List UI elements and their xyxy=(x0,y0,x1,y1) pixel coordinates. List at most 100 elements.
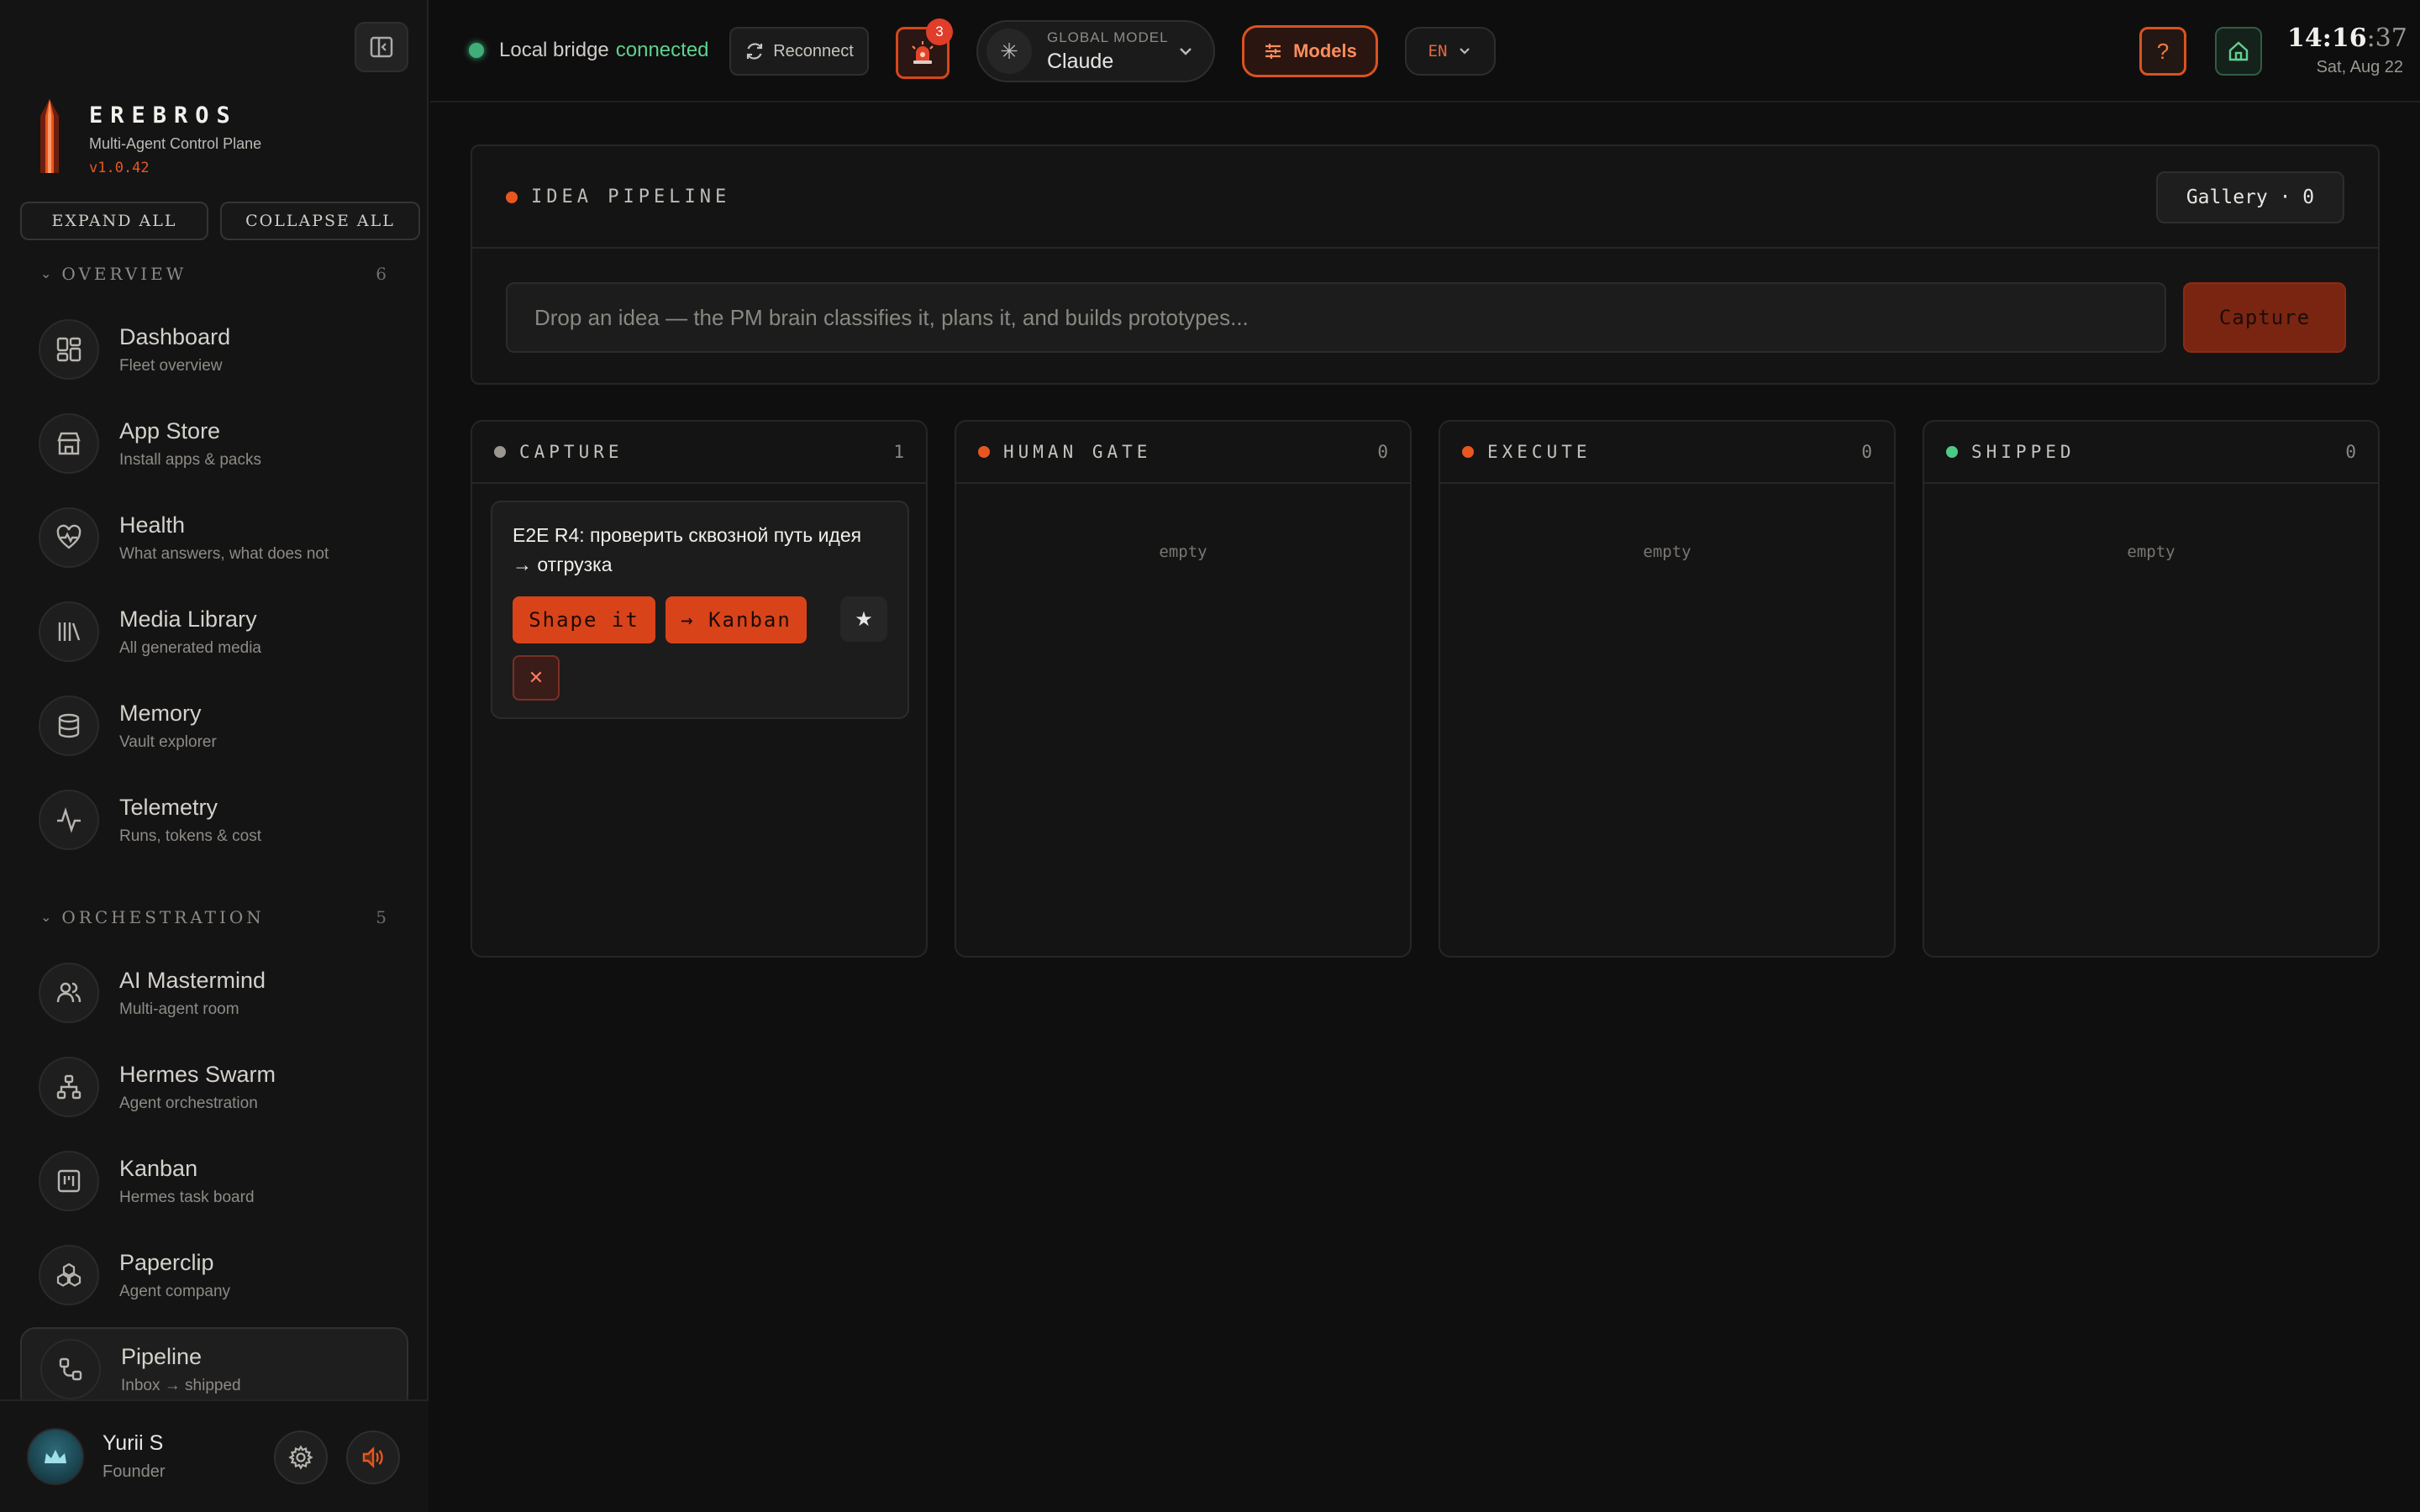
settings-button[interactable] xyxy=(274,1431,328,1484)
models-button[interactable]: Models xyxy=(1242,25,1378,77)
column-name: CAPTURE xyxy=(519,442,623,462)
user-role: Founder xyxy=(103,1462,166,1481)
chevron-down-icon xyxy=(1460,48,1470,55)
refresh-icon xyxy=(747,43,763,60)
boxes-icon xyxy=(39,1245,99,1305)
shape-it-button[interactable]: Shape it xyxy=(513,596,655,643)
sidebar-item-title: AI Mastermind xyxy=(119,967,266,993)
activity-icon xyxy=(39,790,99,850)
column-name: SHIPPED xyxy=(1971,442,2075,462)
clock-date: Sat, Aug 22 xyxy=(2316,58,2403,76)
sidebar-toggle-button[interactable] xyxy=(355,22,408,72)
sidebar-item-dashboard[interactable]: Dashboard Fleet overview xyxy=(20,307,408,391)
sidebar-item-title: Health xyxy=(119,512,186,538)
sidebar-item-app-store[interactable]: App Store Install apps & packs xyxy=(20,402,408,486)
capture-button[interactable]: Capture xyxy=(2183,282,2346,353)
store-icon xyxy=(39,413,99,474)
section-count: 6 xyxy=(376,264,387,284)
column-human-gate: HUMAN GATE 0 empty xyxy=(955,420,1412,958)
sidebar-item-hermes-swarm[interactable]: Hermes Swarm Agent orchestration xyxy=(20,1045,408,1129)
avatar-crown-icon xyxy=(45,1450,66,1463)
connection-dot-icon xyxy=(469,43,484,58)
column-header: CAPTURE 1 xyxy=(472,422,926,484)
empty-state: empty xyxy=(1159,543,1207,561)
brand-name: EREBROS xyxy=(89,102,238,129)
chevron-down-icon: ⌄ xyxy=(40,267,52,281)
home-button[interactable] xyxy=(2215,27,2262,76)
column-execute: EXECUTE 0 empty xyxy=(1439,420,1896,958)
sidebar-item-subtitle: Install apps & packs xyxy=(119,450,261,469)
status-dot-icon xyxy=(506,191,518,203)
section-count: 5 xyxy=(376,907,387,927)
idea-card[interactable]: E2E R4: проверить сквозной путь идея → о… xyxy=(491,501,909,719)
sidebar-item-subtitle: Agent company xyxy=(119,1282,231,1300)
sidebar-item-subtitle: Hermes task board xyxy=(119,1188,255,1206)
sidebar: EREBROS Multi-Agent Control Plane v1.0.4… xyxy=(0,0,429,1512)
home-icon xyxy=(2228,41,2249,61)
network-icon xyxy=(39,1057,99,1117)
section-label: OVERVIEW xyxy=(61,264,187,284)
to-kanban-button[interactable]: → Kanban xyxy=(666,596,807,643)
collapse-all-button[interactable]: COLLAPSE ALL xyxy=(220,202,420,240)
clock-time: 14:16:37 xyxy=(2287,24,2407,53)
dismiss-button[interactable]: ✕ xyxy=(513,655,560,701)
status-dot-icon xyxy=(1946,446,1958,458)
chevron-down-icon xyxy=(1180,48,1192,55)
language-value: EN xyxy=(1428,42,1448,60)
panel-title-text: IDEA PIPELINE xyxy=(531,186,731,207)
dashboard-icon xyxy=(39,319,99,380)
column-count: 0 xyxy=(1861,442,1872,462)
status-dot-icon xyxy=(494,446,506,458)
idea-input[interactable] xyxy=(506,282,2166,353)
section-overview[interactable]: ⌄ OVERVIEW 6 xyxy=(40,264,387,284)
pipeline-icon xyxy=(40,1339,101,1399)
column-header: HUMAN GATE 0 xyxy=(956,422,1410,484)
expand-collapse-row: EXPAND ALL COLLAPSE ALL xyxy=(20,202,420,240)
column-count: 1 xyxy=(893,442,904,462)
models-label: Models xyxy=(1293,40,1357,61)
connection-status: Local bridge connected xyxy=(469,39,709,62)
sidebar-item-pipeline[interactable]: Pipeline Inbox → shipped xyxy=(20,1327,408,1411)
library-icon xyxy=(39,601,99,662)
expand-all-button[interactable]: EXPAND ALL xyxy=(20,202,208,240)
brand: EREBROS Multi-Agent Control Plane v1.0.4… xyxy=(30,99,261,183)
gallery-button[interactable]: Gallery · 0 xyxy=(2156,171,2344,223)
sidebar-item-subtitle: Agent orchestration xyxy=(119,1094,258,1112)
sidebar-item-memory[interactable]: Memory Vault explorer xyxy=(20,684,408,768)
reconnect-button[interactable]: Reconnect xyxy=(729,27,869,76)
column-capture: CAPTURE 1 E2E R4: проверить сквозной пут… xyxy=(471,420,928,958)
heart-pulse-icon xyxy=(39,507,99,568)
help-button[interactable]: ? xyxy=(2139,27,2186,76)
sliders-icon xyxy=(1265,44,1281,59)
sidebar-item-kanban[interactable]: Kanban Hermes task board xyxy=(20,1139,408,1223)
sidebar-item-subtitle: Vault explorer xyxy=(119,732,217,751)
sidebar-item-subtitle: Fleet overview xyxy=(119,356,223,375)
column-header: EXECUTE 0 xyxy=(1440,422,1894,484)
avatar[interactable] xyxy=(27,1428,84,1485)
section-label: ORCHESTRATION xyxy=(61,907,265,927)
sidebar-item-media-library[interactable]: Media Library All generated media xyxy=(20,590,408,674)
sidebar-item-subtitle: Inbox → shipped xyxy=(121,1376,241,1394)
model-label: GLOBAL MODEL xyxy=(1047,29,1169,45)
idea-card-text: E2E R4: проверить сквозной путь идея → о… xyxy=(513,524,862,575)
clock-hours-minutes: 14:16 xyxy=(2287,24,2367,53)
section-orchestration[interactable]: ⌄ ORCHESTRATION 5 xyxy=(40,907,387,927)
column-name: HUMAN GATE xyxy=(1003,442,1152,462)
idea-pipeline-panel: IDEA PIPELINE Gallery · 0 Capture xyxy=(471,144,2380,385)
sidebar-item-ai-mastermind[interactable]: AI Mastermind Multi-agent room xyxy=(20,951,408,1035)
sidebar-item-paperclip[interactable]: Paperclip Agent company xyxy=(20,1233,408,1317)
sidebar-item-subtitle: What answers, what does not xyxy=(119,544,329,563)
language-select[interactable]: EN xyxy=(1405,27,1496,76)
user-bar: Yurii S Founder xyxy=(0,1399,429,1512)
sidebar-item-telemetry[interactable]: Telemetry Runs, tokens & cost xyxy=(20,778,408,862)
global-model-select[interactable]: ✳ GLOBAL MODEL Claude xyxy=(976,20,1215,82)
sidebar-item-subtitle: Runs, tokens & cost xyxy=(119,827,261,845)
sidebar-item-title: App Store xyxy=(119,417,221,444)
brand-subtitle: Multi-Agent Control Plane xyxy=(89,135,262,152)
star-button[interactable]: ★ xyxy=(840,596,887,642)
database-icon xyxy=(39,696,99,756)
connection-label: Local bridge xyxy=(499,39,609,61)
sidebar-item-health[interactable]: Health What answers, what does not xyxy=(20,496,408,580)
kanban-icon xyxy=(39,1151,99,1211)
sound-button[interactable] xyxy=(346,1431,400,1484)
